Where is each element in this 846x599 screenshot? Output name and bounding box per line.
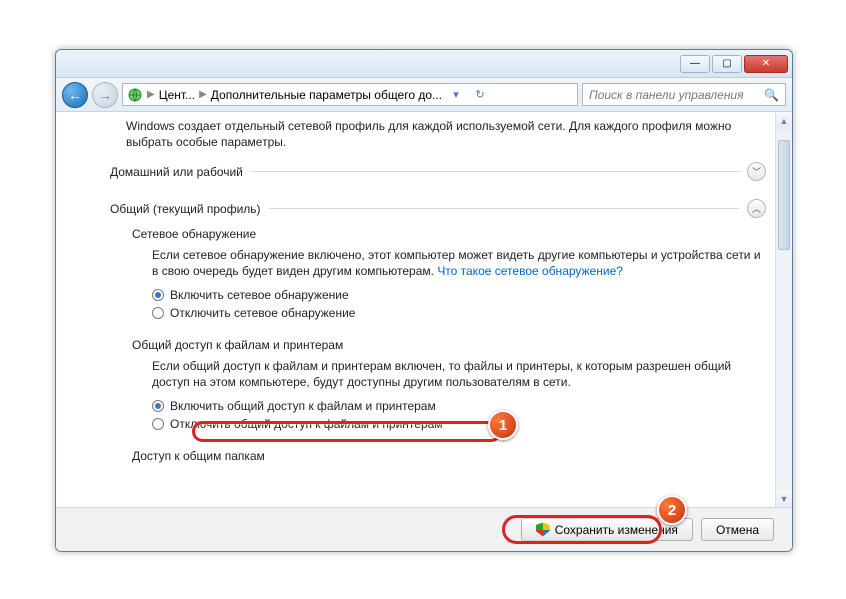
scroll-down-icon[interactable]: ▼	[776, 490, 792, 507]
scroll-up-icon[interactable]: ▲	[776, 112, 792, 129]
window-titlebar: — ▢ ✕	[56, 50, 792, 78]
radio-label: Отключить общий доступ к файлам и принте…	[170, 416, 443, 432]
navigation-bar: ← → ▶ Цент... ▶ Дополнительные параметры…	[56, 78, 792, 112]
scrollbar[interactable]: ▲ ▼	[775, 112, 792, 507]
file-sharing-description: Если общий доступ к файлам и принтерам в…	[152, 358, 766, 390]
divider	[269, 208, 739, 209]
radio-icon	[152, 307, 164, 319]
radio-icon	[152, 289, 164, 301]
back-button[interactable]: ←	[62, 82, 88, 108]
address-dropdown-icon[interactable]: ▾	[446, 88, 466, 101]
breadcrumb-item[interactable]: Цент...	[159, 88, 195, 102]
minimize-button[interactable]: —	[680, 55, 710, 73]
button-label: Отмена	[716, 523, 759, 537]
content-area: Windows создает отдельный сетевой профил…	[56, 112, 792, 507]
subsection-public-folders: Доступ к общим папкам	[132, 448, 766, 464]
breadcrumb-sep-icon: ▶	[199, 89, 207, 100]
radio-fileshare-on[interactable]: Включить общий доступ к файлам и принтер…	[152, 398, 766, 414]
network-discovery-description: Если сетевое обнаружение включено, этот …	[152, 247, 766, 279]
radio-label: Включить сетевое обнаружение	[170, 287, 349, 303]
control-panel-window: — ▢ ✕ ← → ▶ Цент... ▶ Дополнительные пар…	[55, 49, 793, 552]
section-title: Домашний или рабочий	[110, 164, 243, 180]
radio-icon	[152, 418, 164, 430]
search-input[interactable]: Поиск в панели управления 🔍	[582, 83, 786, 106]
refresh-icon[interactable]: ↻	[470, 88, 490, 101]
radio-icon	[152, 400, 164, 412]
radio-label: Отключить сетевое обнаружение	[170, 305, 355, 321]
button-label: Сохранить изменения	[555, 523, 678, 537]
annotation-badge-1: 1	[488, 410, 518, 440]
radio-netdisc-on[interactable]: Включить сетевое обнаружение	[152, 287, 766, 303]
chevron-up-icon[interactable]: ︿	[747, 199, 766, 218]
divider	[251, 171, 739, 172]
search-icon: 🔍	[764, 88, 779, 102]
radio-netdisc-off[interactable]: Отключить сетевое обнаружение	[152, 305, 766, 321]
subsection-file-sharing: Общий доступ к файлам и принтерам	[132, 337, 766, 353]
forward-button: →	[92, 82, 118, 108]
subsection-network-discovery: Сетевое обнаружение	[132, 226, 766, 242]
intro-text: Windows создает отдельный сетевой профил…	[126, 118, 766, 150]
section-home[interactable]: Домашний или рабочий ﹀	[110, 162, 766, 181]
breadcrumb-sep-icon: ▶	[147, 89, 155, 100]
cancel-button[interactable]: Отмена	[701, 518, 774, 541]
breadcrumb-item[interactable]: Дополнительные параметры общего до...	[211, 88, 442, 102]
what-is-network-discovery-link[interactable]: Что такое сетевое обнаружение?	[437, 264, 623, 278]
scroll-thumb[interactable]	[778, 140, 790, 250]
address-bar[interactable]: ▶ Цент... ▶ Дополнительные параметры общ…	[122, 83, 578, 106]
section-public[interactable]: Общий (текущий профиль) ︿	[110, 199, 766, 218]
shield-icon	[536, 523, 550, 537]
search-placeholder: Поиск в панели управления	[589, 88, 744, 102]
section-title: Общий (текущий профиль)	[110, 201, 261, 217]
annotation-badge-2: 2	[657, 495, 687, 525]
radio-fileshare-off[interactable]: Отключить общий доступ к файлам и принте…	[152, 416, 766, 432]
close-button[interactable]: ✕	[744, 55, 788, 73]
maximize-button[interactable]: ▢	[712, 55, 742, 73]
network-icon	[127, 87, 143, 103]
radio-label: Включить общий доступ к файлам и принтер…	[170, 398, 436, 414]
chevron-down-icon[interactable]: ﹀	[747, 162, 766, 181]
